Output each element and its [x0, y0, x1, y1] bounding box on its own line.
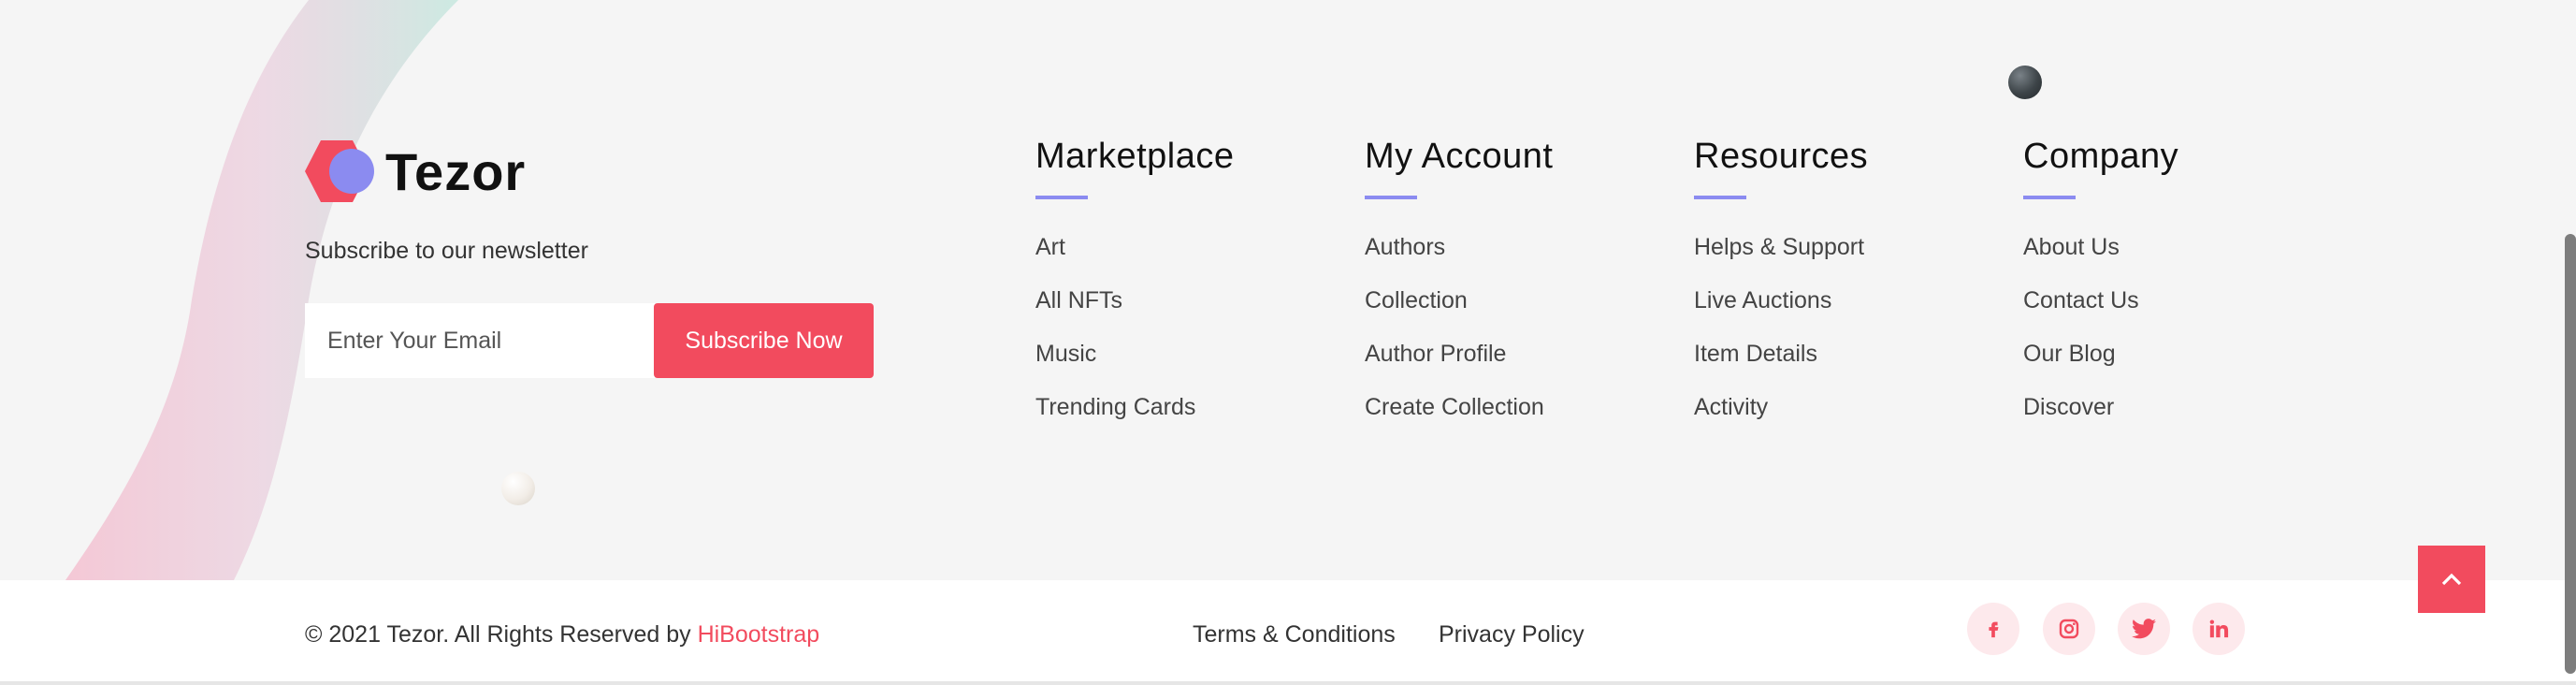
facebook-icon[interactable]	[1967, 603, 2019, 655]
decorative-light-ball	[501, 472, 535, 505]
bottom-border	[0, 681, 2576, 685]
back-to-top-button[interactable]	[2418, 546, 2485, 613]
column-my-account: My Account Authors Collection Author Pro…	[1365, 137, 1553, 446]
twitter-icon[interactable]	[2118, 603, 2170, 655]
footer-link-contact-us[interactable]: Contact Us	[2023, 287, 2139, 313]
footer-top: Tezor Subscribe to our newsletter Subscr…	[0, 0, 2576, 580]
column-marketplace: Marketplace Art All NFTs Music Trending …	[1035, 137, 1234, 446]
title-underline	[1365, 196, 1417, 199]
footer-link-discover[interactable]: Discover	[2023, 394, 2114, 420]
chevron-up-icon	[2441, 573, 2462, 586]
footer-link-helps-support[interactable]: Helps & Support	[1694, 234, 1864, 260]
footer-link-create-collection[interactable]: Create Collection	[1365, 394, 1544, 420]
column-title: My Account	[1365, 137, 1554, 176]
footer-link-all-nfts[interactable]: All NFTs	[1035, 287, 1122, 313]
footer-link-art[interactable]: Art	[1035, 234, 1065, 260]
footer-link-authors[interactable]: Authors	[1365, 234, 1445, 260]
instagram-icon[interactable]	[2043, 603, 2095, 655]
footer-link-author-profile[interactable]: Author Profile	[1365, 341, 1506, 367]
email-input[interactable]	[305, 303, 655, 378]
copyright: © 2021 Tezor. All Rights Reserved by HiB…	[305, 621, 819, 649]
newsletter-text: Subscribe to our newsletter	[305, 238, 588, 264]
footer-link-music[interactable]: Music	[1035, 341, 1096, 367]
title-underline	[2023, 196, 2076, 199]
subscribe-button[interactable]: Subscribe Now	[654, 303, 874, 378]
footer-link-activity[interactable]: Activity	[1694, 394, 1768, 420]
footer-link-about-us[interactable]: About Us	[2023, 234, 2120, 260]
brand-logo[interactable]: Tezor	[305, 140, 526, 202]
footer-link-trending-cards[interactable]: Trending Cards	[1035, 394, 1195, 420]
title-underline	[1694, 196, 1746, 199]
logo-icon	[305, 140, 380, 202]
footer-link-item-details[interactable]: Item Details	[1694, 341, 1817, 367]
footer-bottom: © 2021 Tezor. All Rights Reserved by HiB…	[0, 580, 2576, 685]
copyright-text: © 2021 Tezor. All Rights Reserved by	[305, 621, 691, 648]
title-underline	[1035, 196, 1088, 199]
privacy-link[interactable]: Privacy Policy	[1439, 621, 1585, 649]
linkedin-icon[interactable]	[2192, 603, 2245, 655]
column-title: Company	[2023, 137, 2179, 176]
column-title: Marketplace	[1035, 137, 1235, 176]
decorative-dark-ball	[2008, 66, 2042, 99]
column-company: Company About Us Contact Us Our Blog Dis…	[2023, 137, 2178, 446]
scrollbar-thumb[interactable]	[2565, 234, 2576, 674]
decorative-wave	[65, 0, 458, 580]
column-resources: Resources Helps & Support Live Auctions …	[1694, 137, 1868, 446]
credit-link[interactable]: HiBootstrap	[698, 621, 820, 648]
footer-link-collection[interactable]: Collection	[1365, 287, 1468, 313]
brand-name: Tezor	[385, 141, 527, 201]
terms-link[interactable]: Terms & Conditions	[1193, 621, 1396, 649]
footer-link-live-auctions[interactable]: Live Auctions	[1694, 287, 1831, 313]
column-title: Resources	[1694, 137, 1869, 176]
footer-link-our-blog[interactable]: Our Blog	[2023, 341, 2116, 367]
